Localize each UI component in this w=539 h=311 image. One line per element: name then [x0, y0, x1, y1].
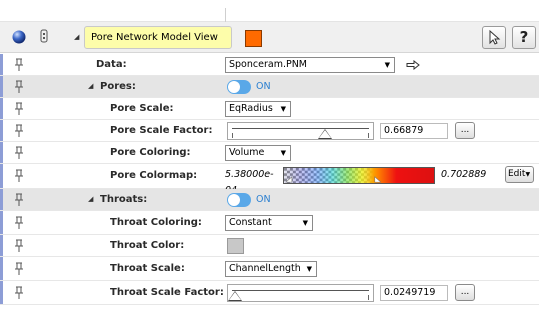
pin-icon[interactable] — [14, 80, 24, 94]
module-name-label[interactable]: Pore Network Model View — [84, 26, 232, 49]
row-indicator-bar — [0, 257, 3, 280]
row-indicator-bar — [0, 235, 3, 256]
pin-icon[interactable] — [14, 58, 24, 72]
row-throat-coloring: Throat Coloring: Constant ▼ — [0, 211, 539, 235]
pore-coloring-combo[interactable]: Volume ▼ — [225, 145, 291, 161]
colormap-gradient[interactable] — [283, 167, 435, 184]
throats-toggle-state: ON — [256, 194, 271, 205]
row-data: Data: Sponceram.PNM ▼ — [0, 54, 539, 76]
throat-scale-value: ChannelLength — [229, 263, 301, 274]
row-indicator-bar — [0, 98, 3, 119]
row-pores: ◢ Pores: ON — [0, 76, 539, 98]
pore-scale-factor-label: Pore Scale Factor: — [110, 125, 213, 136]
pin-icon[interactable] — [14, 286, 24, 300]
pore-scale-label: Pore Scale: — [110, 103, 174, 114]
viewer-visibility-icon[interactable] — [12, 30, 26, 44]
collapse-triangle-icon[interactable]: ◢ — [88, 76, 93, 97]
row-pore-scale: Pore Scale: EqRadius ▼ — [0, 98, 539, 120]
pin-icon[interactable] — [14, 216, 24, 230]
throat-scale-factor-slider[interactable] — [227, 284, 374, 302]
throats-toggle[interactable] — [227, 193, 251, 207]
edit-label: Edit — [508, 169, 526, 179]
chevron-down-icon: ▼ — [525, 171, 531, 178]
module-color-swatch[interactable] — [245, 30, 262, 47]
row-throats: ◢ Throats: ON — [0, 189, 539, 211]
toggle-knob — [228, 81, 240, 93]
collapse-triangle-icon[interactable]: ◢ — [74, 33, 79, 41]
throat-scale-factor-more-button[interactable]: ... — [455, 284, 475, 301]
help-button[interactable]: ? — [512, 26, 536, 49]
throat-coloring-combo[interactable]: Constant ▼ — [225, 215, 313, 231]
connect-arrow-icon[interactable] — [406, 60, 420, 70]
row-indicator-bar — [0, 189, 3, 210]
throat-color-label: Throat Color: — [110, 240, 185, 251]
chevron-down-icon: ▼ — [302, 219, 308, 227]
throat-scale-factor-field[interactable]: 0.0249719 — [380, 285, 448, 301]
pin-icon[interactable] — [14, 102, 24, 116]
pore-scale-combo[interactable]: EqRadius ▼ — [225, 101, 291, 117]
chevron-down-icon: ▼ — [384, 61, 390, 69]
pin-icon[interactable] — [14, 124, 24, 138]
pores-toggle[interactable] — [227, 80, 251, 94]
slider-ticks — [232, 295, 369, 300]
throat-scale-factor-label: Throat Scale Factor: — [110, 287, 224, 298]
pore-scale-factor-field[interactable]: 0.66879 — [380, 123, 448, 139]
row-indicator-bar — [0, 281, 3, 304]
module-header: ◢ Pore Network Model View ? — [0, 22, 539, 53]
chevron-down-icon: ▼ — [306, 265, 312, 273]
colormap-max-value[interactable]: 0.702889 — [441, 167, 499, 183]
data-combo[interactable]: Sponceram.PNM ▼ — [225, 57, 395, 73]
row-pore-colormap: Pore Colormap: 5.38000e-04 — [0, 164, 539, 196]
row-throat-scale: Throat Scale: ChannelLength ▼ — [0, 257, 539, 281]
slider-track — [232, 128, 369, 129]
colormap-edit-button[interactable]: Edit▼ — [505, 166, 534, 183]
row-throat-scale-factor: Throat Scale Factor: 0.0249719 ... — [0, 281, 539, 305]
row-indicator-bar — [0, 76, 3, 97]
cursor-icon — [489, 29, 501, 45]
throat-coloring-value: Constant — [229, 217, 272, 228]
pore-scale-factor-slider[interactable] — [227, 122, 374, 140]
slider-ticks — [232, 133, 369, 138]
data-value: Sponceram.PNM — [229, 59, 307, 70]
pin-icon[interactable] — [14, 262, 24, 276]
row-indicator-bar — [0, 142, 3, 163]
pore-colormap-label: Pore Colormap: — [110, 170, 198, 181]
row-throat-color: Throat Color: — [0, 235, 539, 257]
pores-toggle-state: ON — [256, 81, 271, 92]
cursor-button[interactable] — [482, 26, 506, 49]
pin-icon[interactable] — [14, 239, 24, 253]
throat-scale-combo[interactable]: ChannelLength ▼ — [225, 261, 317, 277]
row-pore-scale-factor: Pore Scale Factor: 0.66879 ... — [0, 120, 539, 142]
top-strip — [0, 0, 539, 22]
pin-icon[interactable] — [14, 193, 24, 207]
slider-thumb[interactable] — [228, 291, 243, 301]
pore-coloring-value: Volume — [229, 147, 265, 158]
row-indicator-bar — [0, 211, 3, 234]
throat-color-swatch[interactable] — [227, 238, 244, 254]
column-separator — [225, 8, 226, 22]
colormap-min-value[interactable]: 5.38000e-04 — [225, 167, 283, 196]
pores-label: Pores: — [100, 81, 136, 92]
row-indicator-bar — [0, 120, 3, 141]
throat-scale-label: Throat Scale: — [110, 263, 185, 274]
pin-icon[interactable] — [14, 146, 24, 160]
throat-coloring-label: Throat Coloring: — [110, 217, 202, 228]
collapse-triangle-icon[interactable]: ◢ — [88, 189, 93, 210]
row-indicator-bar — [0, 164, 3, 188]
pore-coloring-label: Pore Coloring: — [110, 147, 191, 158]
chevron-down-icon: ▼ — [280, 149, 286, 157]
data-label: Data: — [96, 59, 127, 70]
module-pin-icon[interactable] — [39, 29, 49, 45]
row-pore-coloring: Pore Coloring: Volume ▼ — [0, 142, 539, 164]
pore-scale-value: EqRadius — [229, 103, 273, 114]
toggle-knob — [228, 194, 240, 206]
throats-label: Throats: — [100, 194, 148, 205]
slider-thumb[interactable] — [317, 129, 332, 139]
pore-scale-factor-more-button[interactable]: ... — [455, 122, 475, 139]
row-indicator-bar — [0, 54, 3, 75]
pin-icon[interactable] — [14, 169, 24, 183]
chevron-down-icon: ▼ — [280, 105, 286, 113]
slider-track — [232, 290, 369, 291]
